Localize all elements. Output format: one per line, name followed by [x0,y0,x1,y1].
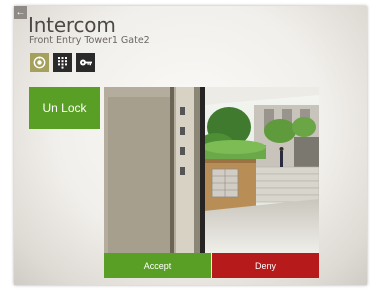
camera-feed [104,87,319,253]
unlock-button[interactable]: Un Lock [29,87,100,129]
toolbar [30,53,95,72]
back-button[interactable]: ← [14,6,27,19]
keypad-icon [58,57,67,69]
key-tab-button[interactable] [76,53,95,72]
key-icon [79,59,92,66]
page-title: Intercom [28,13,116,37]
video-camera-icon [33,56,46,69]
deny-button[interactable]: Deny [212,253,319,278]
intercom-panel: ← Intercom Front Entry Tower1 Gate2 Un L… [14,6,367,285]
camera-feed-image [104,87,319,253]
video-tab-button[interactable] [30,53,49,72]
accept-button[interactable]: Accept [104,253,211,278]
keypad-tab-button[interactable] [53,53,72,72]
back-arrow-icon: ← [15,6,26,18]
location-subtitle: Front Entry Tower1 Gate2 [29,35,150,46]
